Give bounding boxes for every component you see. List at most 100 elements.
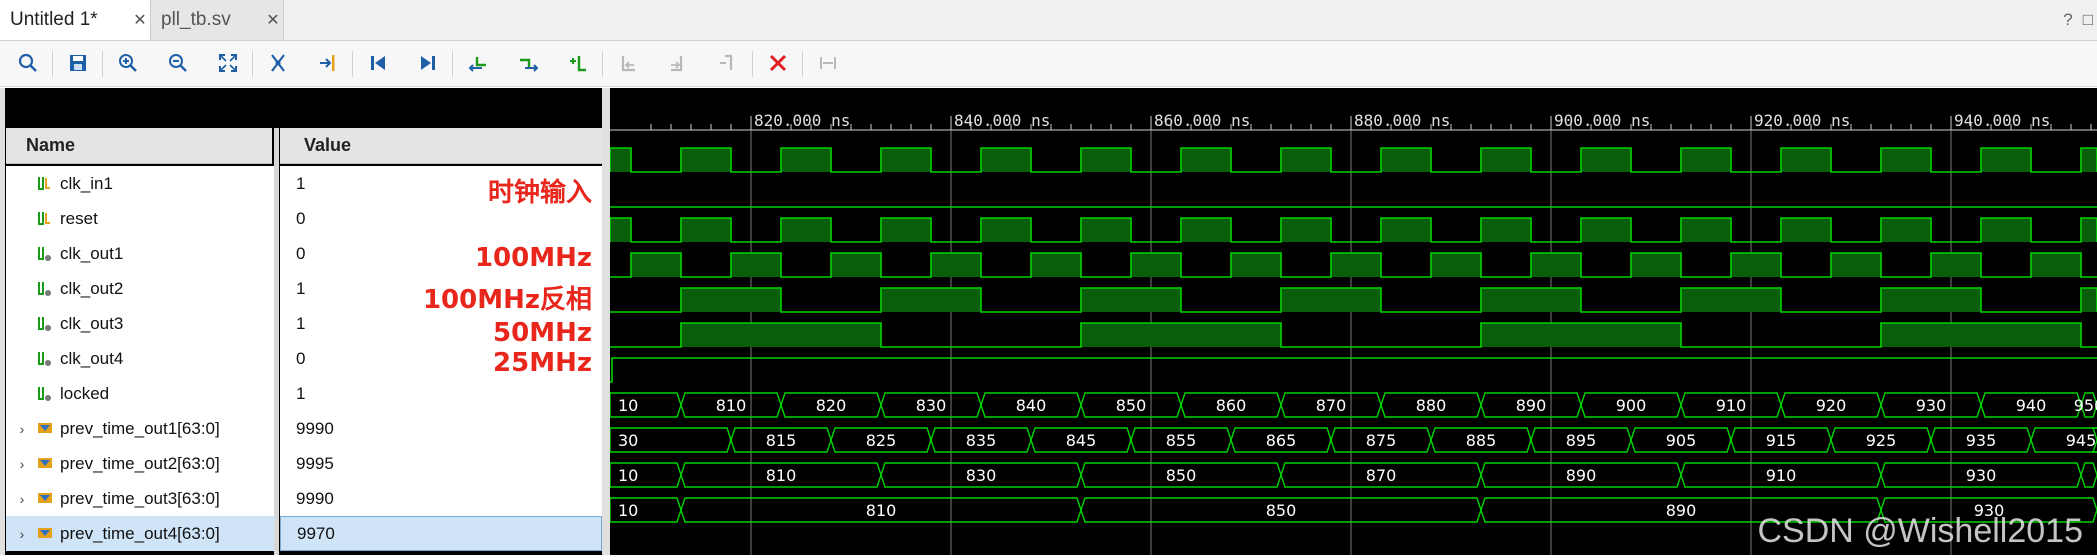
signal-name-text: prev_time_out4[63:0] bbox=[60, 523, 220, 543]
add-marker-icon[interactable] bbox=[464, 49, 492, 77]
zoom-in-icon[interactable] bbox=[114, 49, 142, 77]
bus-value-label: 870 bbox=[1316, 396, 1347, 415]
wave-high-fill bbox=[881, 288, 981, 312]
bus-value-label: 815 bbox=[766, 431, 797, 450]
waveform-canvas[interactable]: 820.000 ns 840.000 ns 860.000 ns 880.000 ns… bbox=[609, 88, 2097, 555]
bus-value-label: 890 bbox=[1566, 466, 1597, 485]
prev-edge-icon bbox=[614, 49, 642, 77]
bus-value-label: 950 bbox=[2074, 396, 2097, 415]
save-icon[interactable] bbox=[64, 49, 92, 77]
wave-high-fill bbox=[1481, 218, 1531, 242]
restore-icon[interactable]: □ bbox=[2083, 10, 2093, 30]
bus-value-label: 915 bbox=[1766, 431, 1797, 450]
wave-high-fill bbox=[681, 218, 731, 242]
bus-value-label: 840 bbox=[1016, 396, 1047, 415]
timeline-label: 920.000 ns bbox=[1754, 111, 1850, 130]
bus-value-label: 945 bbox=[2066, 431, 2097, 450]
signal-row[interactable]: › prev_time_out1[63:0] 9990 bbox=[6, 411, 602, 446]
bus-value-label: 890 bbox=[1516, 396, 1547, 415]
wave-high-fill bbox=[1081, 288, 1181, 312]
wave-high-fill bbox=[1981, 218, 2031, 242]
bus-signal-icon bbox=[38, 457, 52, 468]
wave-high-fill bbox=[610, 148, 631, 172]
bus-value-label: 870 bbox=[1366, 466, 1397, 485]
cursor-icon[interactable] bbox=[264, 49, 292, 77]
wave-high-fill bbox=[731, 253, 781, 277]
name-column-header[interactable]: Name bbox=[6, 128, 272, 164]
signal-name: › prev_time_out1[63:0] bbox=[6, 411, 274, 446]
wave-high-fill bbox=[1031, 253, 1081, 277]
close-icon[interactable]: ✕ bbox=[130, 10, 150, 30]
bus-value-label: 860 bbox=[1216, 396, 1247, 415]
wave-high-fill bbox=[1331, 253, 1381, 277]
swap-cursor-icon[interactable] bbox=[514, 49, 542, 77]
go-to-start-icon[interactable] bbox=[364, 49, 392, 77]
tab-bar-icons: ? □ bbox=[2063, 0, 2093, 40]
tab-label: pll_tb.sv bbox=[161, 9, 231, 30]
signal-row[interactable]: › prev_time_out3[63:0] 9990 bbox=[6, 481, 602, 516]
signal-value-text: 9995 bbox=[296, 453, 334, 473]
bus-value-label: 855 bbox=[1166, 431, 1197, 450]
signal-row[interactable]: › prev_time_out4[63:0] 9970 bbox=[6, 516, 602, 551]
tab-pll-tb[interactable]: pll_tb.sv ✕ bbox=[151, 0, 284, 40]
wave-high-fill bbox=[681, 323, 881, 347]
close-icon[interactable]: ✕ bbox=[263, 10, 283, 30]
signal-value-text: 9990 bbox=[296, 418, 334, 438]
bus-value-label: 10 bbox=[618, 396, 638, 415]
wave-high-fill bbox=[1381, 218, 1431, 242]
signal-row[interactable]: › prev_time_out2[63:0] 9995 bbox=[6, 446, 602, 481]
expand-chevron-icon[interactable]: › bbox=[14, 456, 30, 472]
bus-value-label: 850 bbox=[1266, 501, 1297, 520]
value-column-header[interactable]: Value bbox=[280, 128, 602, 164]
output-signal-icon bbox=[38, 351, 51, 366]
signal-name: › prev_time_out4[63:0] bbox=[6, 516, 274, 551]
wave-high-fill bbox=[1381, 148, 1431, 172]
bus-value-label: 810 bbox=[716, 396, 747, 415]
signal-value: 9990 bbox=[280, 411, 602, 446]
wave-high-fill bbox=[1681, 148, 1731, 172]
signal-name: clk_out2 bbox=[6, 271, 274, 306]
bus-value-label: 30 bbox=[618, 431, 638, 450]
bus-segment bbox=[2080, 462, 2097, 488]
bus-value-label: 905 bbox=[1666, 431, 1697, 450]
next-edge-icon bbox=[664, 49, 692, 77]
waveform-viewer[interactable]: 820.000 ns 840.000 ns 860.000 ns 880.000 ns… bbox=[609, 88, 2097, 555]
go-to-end-icon[interactable] bbox=[414, 49, 442, 77]
bus-value-label: 10 bbox=[618, 466, 638, 485]
signal-value: 9990 bbox=[280, 481, 602, 516]
wave-high-fill bbox=[1881, 148, 1931, 172]
zoom-out-icon[interactable] bbox=[164, 49, 192, 77]
wave-high-fill bbox=[2081, 148, 2097, 172]
wave-high-fill bbox=[881, 148, 931, 172]
bus-value-label: 880 bbox=[1416, 396, 1447, 415]
search-icon[interactable] bbox=[14, 49, 42, 77]
tab-untitled-1[interactable]: Untitled 1* ✕ bbox=[0, 0, 151, 40]
add-edge-icon[interactable] bbox=[564, 49, 592, 77]
expand-chevron-icon[interactable]: › bbox=[14, 491, 30, 507]
zoom-fit-icon[interactable] bbox=[214, 49, 242, 77]
timeline-label: 880.000 ns bbox=[1354, 111, 1450, 130]
signal-value-text: 1 bbox=[296, 173, 306, 193]
wave-high-fill bbox=[781, 148, 831, 172]
wave-high-fill bbox=[1181, 218, 1231, 242]
signal-name: › prev_time_out3[63:0] bbox=[6, 481, 274, 516]
signal-name-text: prev_time_out2[63:0] bbox=[60, 453, 220, 473]
bus-value-label: 835 bbox=[966, 431, 997, 450]
input-signal-icon bbox=[38, 211, 50, 225]
expand-chevron-icon[interactable]: › bbox=[14, 526, 30, 542]
signal-name-text: clk_out3 bbox=[60, 313, 124, 333]
wave-high-fill bbox=[1281, 218, 1331, 242]
bus-value-label: 850 bbox=[1166, 466, 1197, 485]
pane-splitter[interactable] bbox=[602, 88, 610, 555]
delete-icon[interactable] bbox=[764, 49, 792, 77]
signal-name: clk_out3 bbox=[6, 306, 274, 341]
expand-chevron-icon[interactable]: › bbox=[14, 421, 30, 437]
annotation-50mhz: 50MHz bbox=[493, 318, 592, 348]
go-to-time-zero-icon[interactable] bbox=[314, 49, 342, 77]
annotation-25mhz: 25MHz bbox=[493, 348, 592, 378]
wave-high-fill bbox=[631, 253, 681, 277]
help-icon[interactable]: ? bbox=[2063, 10, 2072, 30]
signal-row[interactable]: locked 1 bbox=[6, 376, 602, 411]
wave-high-fill bbox=[1131, 253, 1181, 277]
wave-high-fill bbox=[681, 288, 781, 312]
